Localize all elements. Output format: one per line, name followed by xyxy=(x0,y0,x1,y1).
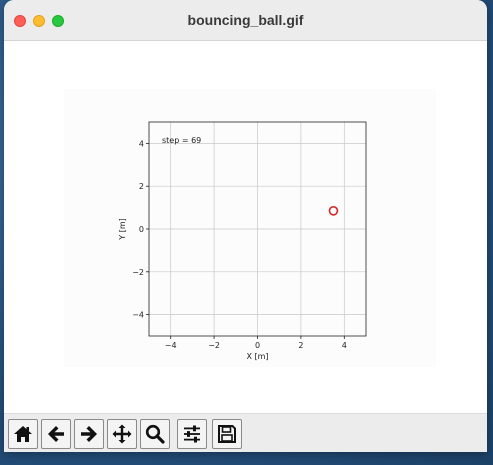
zoom-button[interactable] xyxy=(140,419,170,449)
zoom-icon xyxy=(145,424,165,444)
plot: −4 −2 0 2 4 −4 −2 0 2 4 step = 69 X [m] Y [m] xyxy=(118,121,367,361)
arrow-left-icon xyxy=(48,426,64,442)
arrow-right-icon xyxy=(81,426,97,442)
forward-button[interactable] xyxy=(74,419,104,449)
x-tick-label: −4 xyxy=(165,341,177,350)
x-tick-label: 0 xyxy=(255,341,260,350)
navigation-toolbar xyxy=(4,413,487,452)
pan-button[interactable] xyxy=(107,419,137,449)
y-tick-label: 0 xyxy=(139,225,144,234)
y-tick-label: −4 xyxy=(132,311,144,320)
back-button[interactable] xyxy=(41,419,71,449)
save-button[interactable] xyxy=(212,419,242,449)
y-tick-label: −2 xyxy=(132,268,144,277)
x-axis-label: X [m] xyxy=(246,352,268,361)
home-button[interactable] xyxy=(8,419,38,449)
figure-canvas[interactable]: −4 −2 0 2 4 −4 −2 0 2 4 step = 69 X [m] Y [m] xyxy=(4,41,487,413)
x-tick-label: −2 xyxy=(208,341,220,350)
y-tick-label: 4 xyxy=(139,139,144,148)
ball-marker xyxy=(328,206,339,216)
x-tick-label: 4 xyxy=(342,341,347,350)
y-tick-label: 2 xyxy=(139,182,144,191)
step-annotation: step = 69 xyxy=(162,136,201,145)
title-bar: bouncing_ball.gif xyxy=(4,0,487,41)
sliders-icon xyxy=(184,425,200,443)
save-icon xyxy=(218,425,236,443)
x-tick-label: 2 xyxy=(298,341,303,350)
x-ticks: −4 −2 0 2 4 xyxy=(165,336,347,350)
window-title: bouncing_ball.gif xyxy=(187,12,304,28)
y-axis-label: Y [m] xyxy=(118,218,127,240)
home-icon xyxy=(14,426,32,442)
grid xyxy=(149,122,366,336)
move-icon xyxy=(112,424,132,444)
app-window: bouncing_ball.gif −4 −2 0 2 4 −4 −2 0 2 4 step =… xyxy=(4,0,487,452)
y-ticks: −4 −2 0 2 4 xyxy=(132,139,149,320)
configure-subplots-button[interactable] xyxy=(177,419,207,449)
